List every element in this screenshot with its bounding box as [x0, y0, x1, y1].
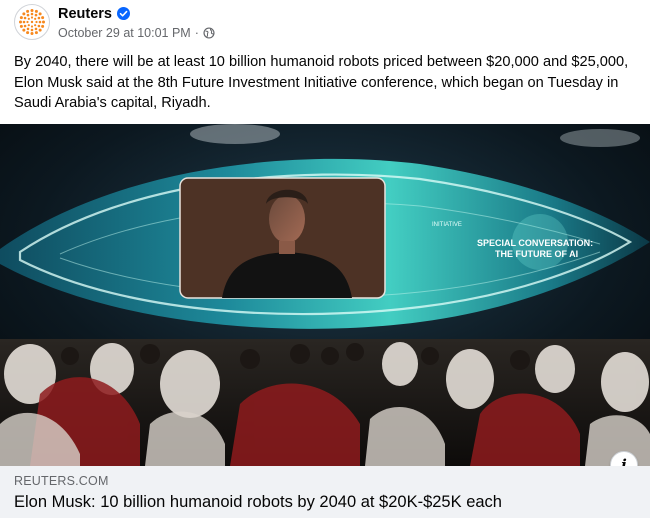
conference-photo: INITIATIVE SPECIAL CONVERSATION: THE FUT… — [0, 124, 650, 466]
time-row: October 29 at 10:01 PM · — [58, 26, 215, 40]
post-meta: Reuters October 29 at 10:01 PM · — [58, 5, 215, 40]
link-preview-card[interactable]: REUTERS.COM Elon Musk: 10 billion humano… — [0, 466, 650, 518]
screen-text-top: INITIATIVE — [432, 222, 462, 228]
separator-dot: · — [194, 25, 199, 40]
page-name[interactable]: Reuters — [58, 6, 112, 22]
name-row: Reuters — [58, 5, 215, 23]
link-title[interactable]: Elon Musk: 10 billion humanoid robots by… — [14, 493, 636, 512]
post-header: Reuters October 29 at 10:01 PM · — [14, 2, 215, 42]
screen-text-line1: SPECIAL CONVERSATION: — [477, 238, 593, 248]
reuters-logo-icon[interactable] — [14, 4, 50, 40]
globe-icon[interactable] — [203, 26, 215, 39]
post-body-text: By 2040, there will be at least 10 billi… — [14, 54, 629, 111]
post-image[interactable]: INITIATIVE SPECIAL CONVERSATION: THE FUT… — [0, 124, 650, 466]
verified-badge-icon — [117, 7, 130, 20]
post-timestamp[interactable]: October 29 at 10:01 PM — [58, 26, 191, 40]
link-domain: REUTERS.COM — [14, 474, 109, 488]
screen-text-line2: THE FUTURE OF AI — [495, 249, 578, 259]
